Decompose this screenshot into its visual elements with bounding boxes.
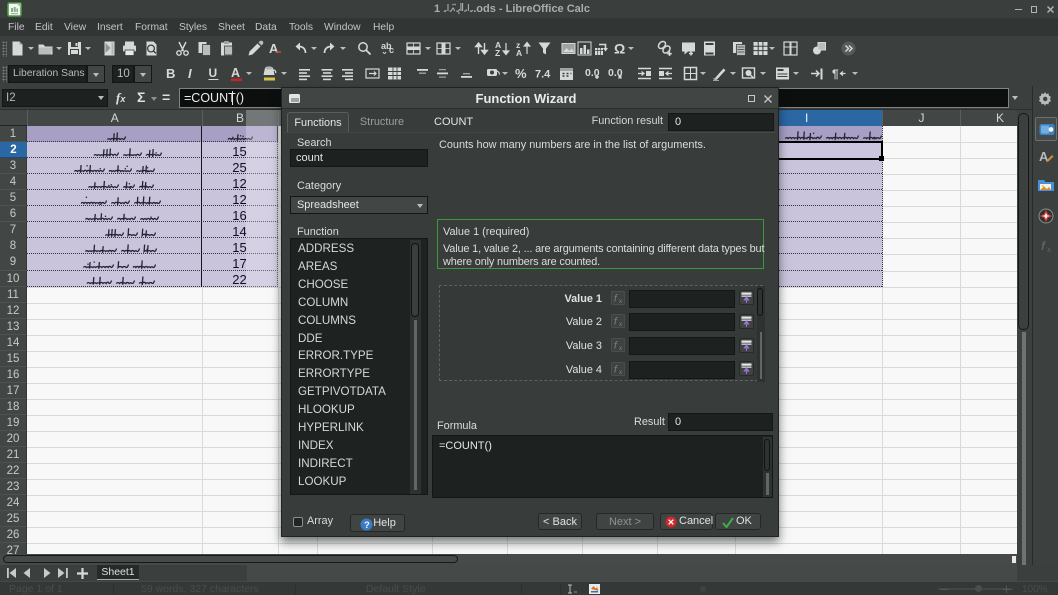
svg-text:Z: Z: [495, 48, 500, 57]
svg-text:B: B: [166, 66, 175, 81]
svg-text:I: I: [188, 66, 192, 81]
svg-text:¶: ¶: [832, 67, 839, 81]
svg-text:A: A: [231, 66, 240, 80]
svg-text:c: c: [389, 45, 394, 55]
svg-text:U: U: [208, 66, 217, 80]
svg-text:f: f: [1041, 239, 1046, 253]
svg-text:?: ?: [364, 520, 370, 531]
svg-text:7.4: 7.4: [535, 69, 551, 81]
svg-text:Ω: Ω: [614, 41, 625, 57]
svg-text:%: %: [515, 66, 527, 81]
svg-text:x: x: [1047, 245, 1051, 254]
svg-text:A: A: [269, 41, 279, 56]
svg-text:A: A: [516, 48, 522, 57]
